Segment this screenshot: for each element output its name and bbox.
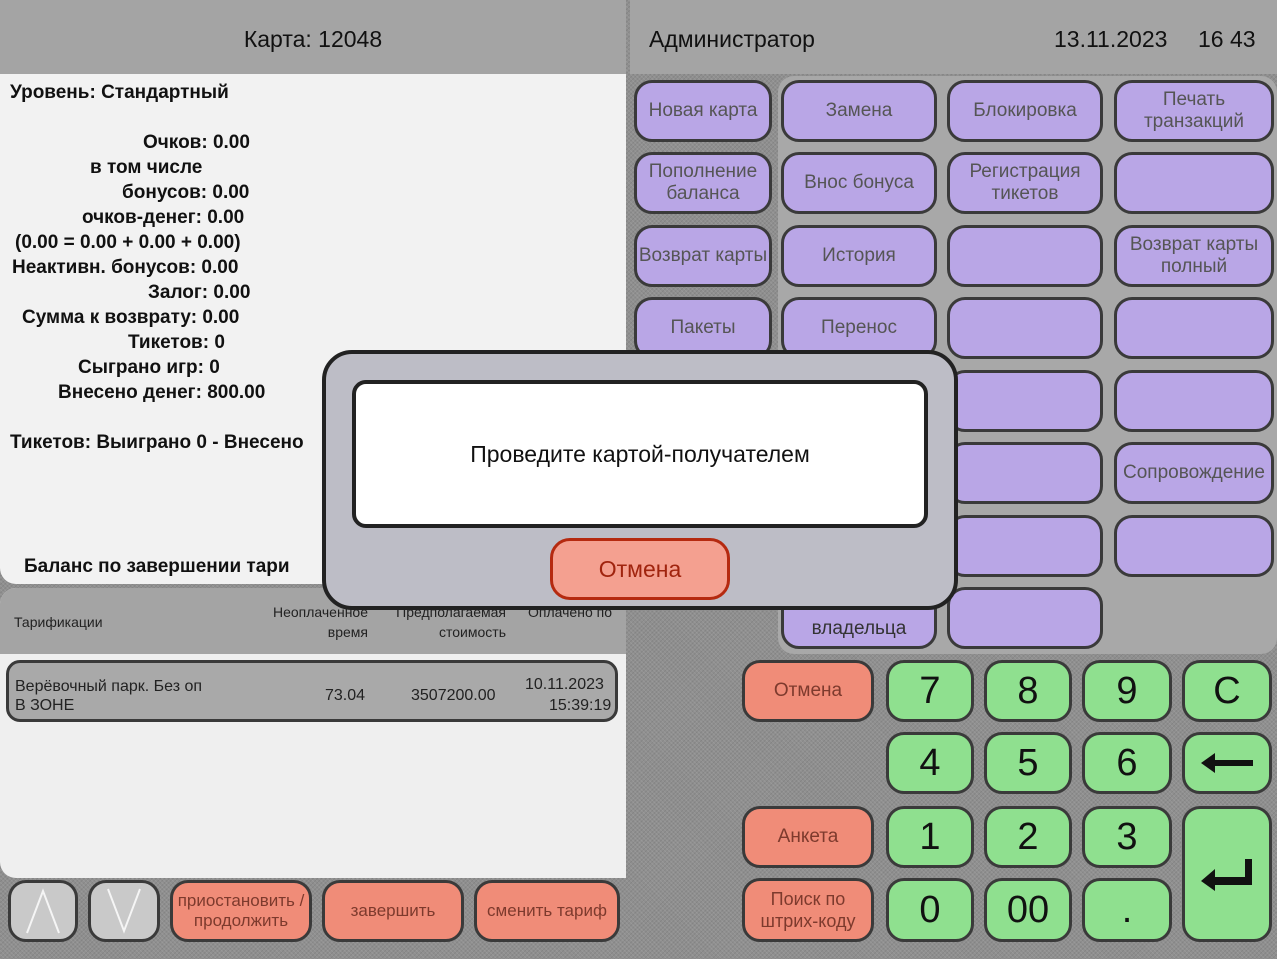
key-4[interactable]: 4 bbox=[886, 732, 974, 794]
tariff-zone: В ЗОНЕ bbox=[15, 697, 75, 714]
scroll-down-button[interactable] bbox=[88, 880, 160, 942]
tickets-summary: Тикетов: Выиграно 0 - Внесено bbox=[10, 432, 304, 453]
action-replace-button[interactable]: Замена bbox=[781, 80, 937, 142]
action-topup-button[interactable]: Пополнение баланса bbox=[634, 152, 772, 214]
change-tariff-button[interactable]: сменить тариф bbox=[474, 880, 620, 942]
key-dot[interactable]: . bbox=[1082, 878, 1172, 942]
time: 16 43 bbox=[1198, 26, 1256, 52]
action-block-button[interactable]: Блокировка bbox=[947, 80, 1103, 142]
pause-resume-button[interactable]: приостановить / продолжить bbox=[170, 880, 312, 942]
action-r4c3-button[interactable] bbox=[947, 297, 1103, 359]
header-card: Карта: 12048 bbox=[0, 0, 626, 74]
tariff-time: 73.04 bbox=[325, 687, 366, 704]
action-r7c4-button[interactable] bbox=[1114, 515, 1274, 577]
tariff-date: 10.11.2023 bbox=[525, 676, 604, 693]
card-number: Карта: 12048 bbox=[243, 26, 383, 52]
action-return-card-button[interactable]: Возврат карты bbox=[634, 225, 772, 287]
refund-sum: Сумма к возврату: 0.00 bbox=[22, 307, 240, 328]
money-points: очков-денег: 0.00 bbox=[82, 207, 245, 228]
backspace-button[interactable] bbox=[1182, 732, 1272, 794]
action-escort-button[interactable]: Сопровождение bbox=[1114, 442, 1274, 504]
enter-icon bbox=[1201, 859, 1252, 891]
key-0[interactable]: 0 bbox=[886, 878, 974, 942]
key-2[interactable]: 2 bbox=[984, 806, 1072, 868]
key-1[interactable]: 1 bbox=[886, 806, 974, 868]
action-bonus-in-button[interactable]: Внос бонуса bbox=[781, 152, 937, 214]
key-6[interactable]: 6 bbox=[1082, 732, 1172, 794]
table-row[interactable]: Верёвочный парк. Без оп В ЗОНЕ 73.04 350… bbox=[6, 660, 618, 722]
arrow-left-icon bbox=[1201, 753, 1253, 773]
action-r4c4-button[interactable] bbox=[1114, 297, 1274, 359]
key-3[interactable]: 3 bbox=[1082, 806, 1172, 868]
points: Очков: 0.00 bbox=[143, 132, 250, 153]
user-name: Администратор bbox=[649, 26, 815, 52]
balance-after: Баланс по завершении тари bbox=[24, 556, 290, 577]
chevron-up-icon bbox=[26, 888, 60, 934]
key-7[interactable]: 7 bbox=[886, 660, 974, 722]
modal-message: Проведите картой-получателем bbox=[352, 380, 928, 528]
bonuses: бонусов: 0.00 bbox=[122, 182, 250, 203]
action-return-card-full-button[interactable]: Возврат карты полный bbox=[1114, 225, 1274, 287]
action-r8c3-button[interactable] bbox=[947, 587, 1103, 649]
scroll-up-button[interactable] bbox=[8, 880, 78, 942]
action-register-tickets-button[interactable]: Регистрация тикетов bbox=[947, 152, 1103, 214]
barcode-search-button[interactable]: Поиск по штрих-коду bbox=[742, 878, 874, 942]
action-r7c3-button[interactable] bbox=[947, 515, 1103, 577]
date: 13.11.2023 bbox=[1054, 26, 1168, 52]
chevron-down-icon bbox=[107, 888, 141, 934]
action-r5c4-button[interactable] bbox=[1114, 370, 1274, 432]
enter-button[interactable] bbox=[1182, 806, 1272, 942]
modal-cancel-button[interactable]: Отмена bbox=[550, 538, 730, 600]
header-user: Администратор 13.11.2023 16 43 bbox=[630, 0, 1277, 74]
tariff-cost: 3507200.00 bbox=[411, 687, 496, 704]
inactive-bonuses: Неактивн. бонусов: 0.00 bbox=[12, 257, 239, 278]
key-9[interactable]: 9 bbox=[1082, 660, 1172, 722]
action-r5c3-button[interactable] bbox=[947, 370, 1103, 432]
col-tariff: Тарификации bbox=[14, 614, 103, 630]
level: Уровень: Стандартный bbox=[10, 82, 229, 103]
money-in: Внесено денег: 800.00 bbox=[58, 382, 266, 403]
including: в том числе bbox=[90, 157, 203, 178]
tickets: Тикетов: 0 bbox=[128, 332, 225, 353]
action-print-transactions-button[interactable]: Печать транзакций bbox=[1114, 80, 1274, 142]
action-r3c3-button[interactable] bbox=[947, 225, 1103, 287]
action-new-card-button[interactable]: Новая карта bbox=[634, 80, 772, 142]
key-00[interactable]: 00 bbox=[984, 878, 1072, 942]
action-r6c3-button[interactable] bbox=[947, 442, 1103, 504]
action-history-button[interactable]: История bbox=[781, 225, 937, 287]
cancel-button[interactable]: Отмена bbox=[742, 660, 874, 722]
tariff-clock: 15:39:19 bbox=[549, 697, 612, 714]
games-played: Сыграно игр: 0 bbox=[78, 357, 220, 378]
action-r2c4-button[interactable] bbox=[1114, 152, 1274, 214]
key-clear[interactable]: C bbox=[1182, 660, 1272, 722]
formula: (0.00 = 0.00 + 0.00 + 0.00) bbox=[15, 232, 241, 253]
key-8[interactable]: 8 bbox=[984, 660, 1072, 722]
tariff-name: Верёвочный парк. Без оп bbox=[15, 678, 203, 695]
survey-button[interactable]: Анкета bbox=[742, 806, 874, 868]
finish-button[interactable]: завершить bbox=[322, 880, 464, 942]
key-5[interactable]: 5 bbox=[984, 732, 1072, 794]
deposit: Залог: 0.00 bbox=[148, 282, 251, 303]
